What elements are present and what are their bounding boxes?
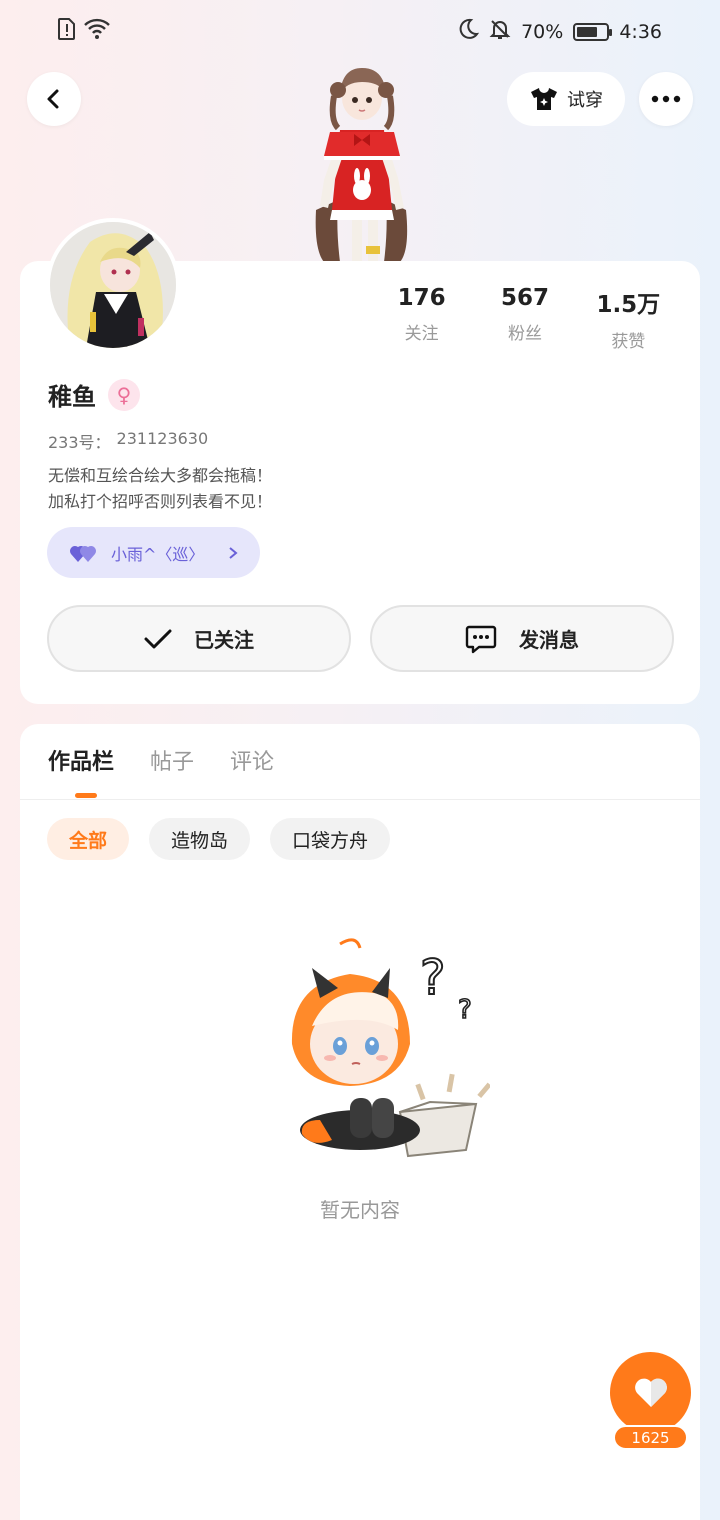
username: 稚鱼: [48, 383, 96, 411]
divider: [20, 799, 700, 800]
stat-label: 粉丝: [507, 324, 542, 344]
chat-bubble-icon: [465, 625, 497, 653]
medal-label: 小雨^〈巡〉: [111, 544, 205, 564]
like-count: 1625: [613, 1425, 688, 1450]
bio-line: 加私打个招呼否则列表看不见！: [48, 492, 273, 511]
bio-line: 无偿和互绘合绘大多都会拖稿！: [48, 466, 273, 485]
chevron-left-icon: [47, 89, 59, 109]
stat-label: 获赞: [611, 332, 646, 352]
send-message-button[interactable]: 发消息: [370, 605, 674, 672]
double-heart-icon: [70, 545, 96, 562]
bell-off-icon: [489, 18, 511, 45]
back-button[interactable]: [27, 72, 81, 126]
try-on-button[interactable]: 试穿: [507, 72, 625, 126]
chip-pocket-ark[interactable]: 口袋方舟: [270, 818, 391, 860]
fan-medal-badge[interactable]: 小雨^〈巡〉: [47, 527, 260, 578]
profile-stats: 176 关注 567 粉丝 1.5万 获赞: [370, 285, 680, 355]
try-on-label: 试穿: [567, 90, 603, 111]
wifi-icon: [84, 18, 110, 44]
status-bar: 70% 4:36: [0, 0, 720, 60]
heart-icon: [634, 1378, 667, 1407]
user-id[interactable]: 233号： 231123630: [48, 429, 208, 453]
more-dots-icon: [651, 95, 681, 103]
uid-value: 231123630: [116, 429, 209, 448]
avatar[interactable]: [46, 218, 180, 352]
stat-likes[interactable]: 1.5万 获赞: [577, 285, 680, 355]
svg-text:?: ?: [458, 995, 472, 1025]
tab-indicator: [75, 793, 97, 798]
moon-icon: [457, 18, 480, 45]
battery-percent: 70%: [521, 20, 564, 43]
stat-value: 1.5万: [596, 292, 661, 318]
filter-chips: 全部 造物岛 口袋方舟: [47, 818, 391, 860]
content-card: 作品栏 帖子 评论 全部 造物岛 口袋方舟 ? ? 暂无内容: [20, 724, 700, 1520]
svg-text:?: ?: [420, 950, 445, 1006]
stat-value: 567: [500, 285, 549, 311]
empty-state-illustration: ? ?: [260, 934, 492, 1164]
sim-alert-icon: [58, 18, 76, 44]
stat-value: 176: [397, 285, 446, 311]
chevron-right-icon: [229, 546, 238, 559]
uid-label: 233号：: [48, 433, 111, 452]
name-row: 稚鱼 ♀: [48, 377, 140, 412]
more-button[interactable]: [639, 72, 693, 126]
empty-state-text: 暂无内容: [320, 1198, 400, 1222]
female-gender-icon: ♀: [108, 378, 140, 411]
tab-comments[interactable]: 评论: [230, 744, 274, 776]
tab-works[interactable]: 作品栏: [48, 744, 114, 776]
stat-following[interactable]: 176 关注: [370, 285, 473, 355]
character-3d-figure[interactable]: [296, 60, 426, 262]
bio: 无偿和互绘合绘大多都会拖稿！ 加私打个招呼否则列表看不见！: [48, 463, 272, 515]
checkmark-icon: [144, 629, 172, 648]
chip-all[interactable]: 全部: [47, 818, 130, 860]
shirt-icon: [531, 88, 557, 110]
chip-creation-island[interactable]: 造物岛: [149, 818, 251, 860]
clock: 4:36: [619, 20, 662, 43]
content-tabs: 作品栏 帖子 评论: [48, 744, 274, 776]
send-message-label: 发消息: [519, 628, 579, 652]
battery-icon: [573, 22, 613, 41]
stat-followers[interactable]: 567 粉丝: [473, 285, 576, 355]
followed-button[interactable]: 已关注: [47, 605, 351, 672]
tab-posts[interactable]: 帖子: [150, 744, 194, 776]
followed-label: 已关注: [194, 628, 254, 652]
like-button[interactable]: [610, 1352, 691, 1433]
stat-label: 关注: [404, 324, 439, 344]
